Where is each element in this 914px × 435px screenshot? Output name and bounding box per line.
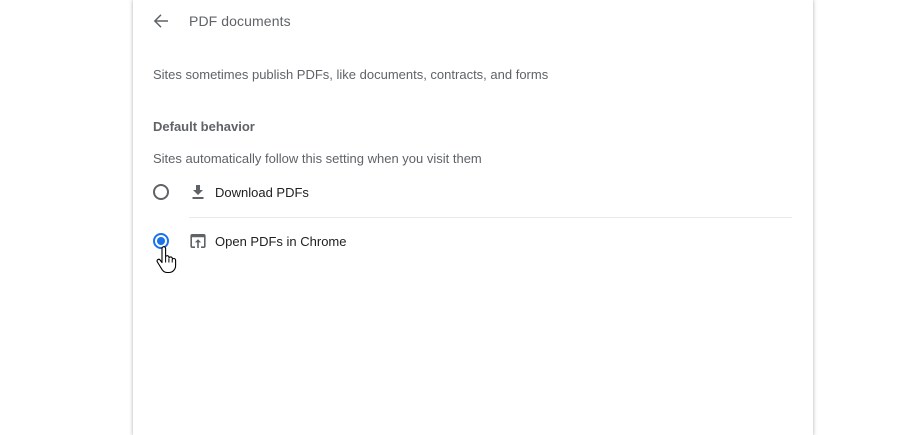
section-subtitle: Sites automatically follow this setting … xyxy=(153,151,482,166)
settings-page: PDF documents Sites sometimes publish PD… xyxy=(0,0,914,435)
section-title: Default behavior xyxy=(153,119,255,134)
page-description: Sites sometimes publish PDFs, like docum… xyxy=(153,67,549,82)
back-button[interactable] xyxy=(149,9,173,33)
option-divider xyxy=(189,217,792,218)
open-in-browser-icon xyxy=(190,234,206,248)
open-pdfs-in-chrome-radio[interactable] xyxy=(153,233,169,249)
download-pdfs-radio[interactable] xyxy=(153,184,169,200)
page-header: PDF documents xyxy=(133,0,813,42)
download-pdfs-option[interactable]: Download PDFs xyxy=(151,176,791,210)
settings-card: PDF documents Sites sometimes publish PD… xyxy=(133,0,813,435)
arrow-back-icon xyxy=(153,14,168,28)
open-pdfs-in-chrome-label: Open PDFs in Chrome xyxy=(215,234,347,249)
download-pdfs-label: Download PDFs xyxy=(215,185,309,200)
open-pdfs-in-chrome-option[interactable]: Open PDFs in Chrome xyxy=(151,225,791,259)
download-icon xyxy=(192,185,204,199)
page-title: PDF documents xyxy=(189,13,291,29)
